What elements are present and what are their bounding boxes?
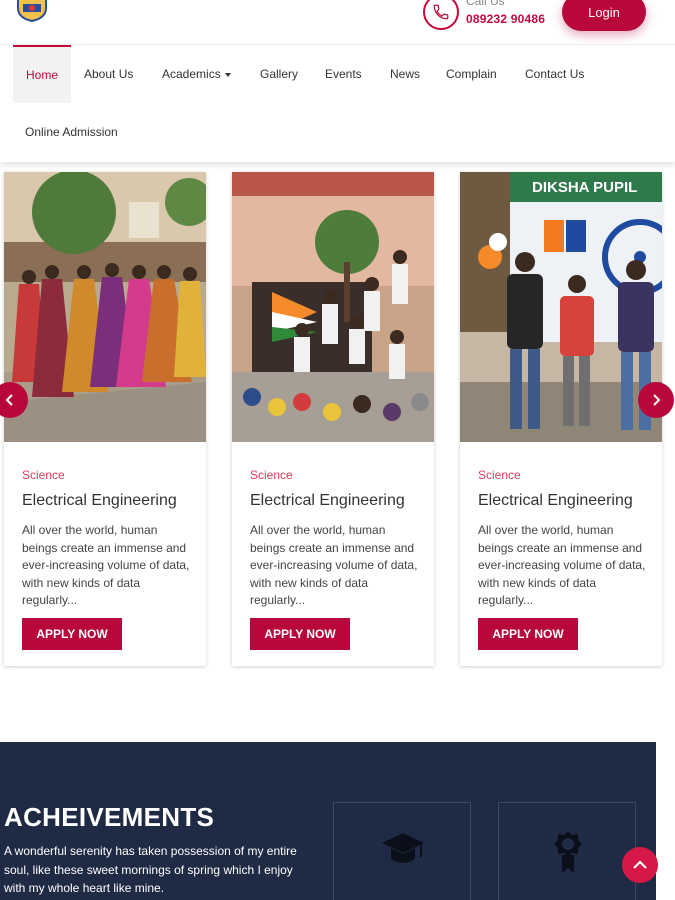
dance-performance-photo (4, 172, 206, 442)
chevron-right-icon (653, 394, 661, 406)
card-title[interactable]: Electrical Engineering (478, 492, 633, 510)
site-header: Call Us 089232 90486 Login (0, 0, 675, 44)
chevron-left-icon (5, 394, 13, 406)
call-us-block[interactable]: Call Us 089232 90486 (423, 0, 563, 34)
award-badge-icon (554, 831, 582, 873)
card-category[interactable]: Science (250, 468, 293, 482)
card-category[interactable]: Science (22, 468, 65, 482)
course-card: DIKSHA PUPIL Science Electrical Engineer… (460, 172, 662, 666)
apply-now-button[interactable]: APPLY NOW (478, 618, 578, 650)
nav-item-events[interactable]: Events (325, 45, 362, 103)
nav-item-online-admission[interactable]: Online Admission (25, 103, 118, 161)
card-description: All over the world, human beings create … (250, 523, 418, 607)
achievements-text: A wonderful serenity has taken possessio… (4, 844, 297, 895)
flag-celebration-photo (232, 172, 434, 442)
card-title[interactable]: Electrical Engineering (250, 492, 405, 510)
card-description: All over the world, human beings create … (22, 523, 190, 607)
stat-box (333, 802, 471, 900)
card-title[interactable]: Electrical Engineering (22, 492, 177, 510)
graduation-cap-icon (382, 833, 424, 863)
achievements-section: ACHEIVEMENTS A wonderful serenity has ta… (0, 742, 656, 900)
apply-now-button[interactable]: APPLY NOW (22, 618, 122, 650)
nav-item-contact-us[interactable]: Contact Us (525, 45, 584, 103)
achievements-title: ACHEIVEMENTS (4, 802, 215, 832)
nav-item-academics[interactable]: Academics (162, 45, 231, 103)
nav-item-about-us[interactable]: About Us (84, 45, 133, 103)
nav-item-complain[interactable]: Complain (446, 45, 497, 103)
chevron-up-icon (633, 860, 647, 869)
call-us-number[interactable]: 089232 90486 (466, 12, 545, 26)
banner-text: DIKSHA PUPIL (532, 179, 637, 196)
scroll-to-top-button[interactable] (622, 847, 658, 883)
nav-item-news[interactable]: News (390, 45, 420, 103)
nav-item-gallery[interactable]: Gallery (260, 45, 298, 103)
course-carousel: Science Electrical Engineering All over … (0, 162, 675, 682)
nav-item-home[interactable]: Home (13, 45, 71, 103)
card-category[interactable]: Science (478, 468, 521, 482)
stat-box (498, 802, 636, 900)
course-card: Science Electrical Engineering All over … (4, 172, 206, 666)
school-crest-icon[interactable] (14, 0, 50, 23)
main-nav: Home About Us Academics Gallery Events N… (0, 44, 675, 162)
nav-item-academics-label: Academics (162, 67, 221, 81)
course-card: Science Electrical Engineering All over … (232, 172, 434, 666)
republic-day-photo: DIKSHA PUPIL (460, 172, 662, 442)
login-button[interactable]: Login (562, 0, 646, 31)
card-description: All over the world, human beings create … (478, 523, 646, 607)
phone-icon (423, 0, 459, 30)
apply-now-button[interactable]: APPLY NOW (250, 618, 350, 650)
call-us-label: Call Us (466, 0, 505, 8)
caret-down-icon (224, 72, 231, 77)
carousel-next-button[interactable] (638, 382, 674, 418)
